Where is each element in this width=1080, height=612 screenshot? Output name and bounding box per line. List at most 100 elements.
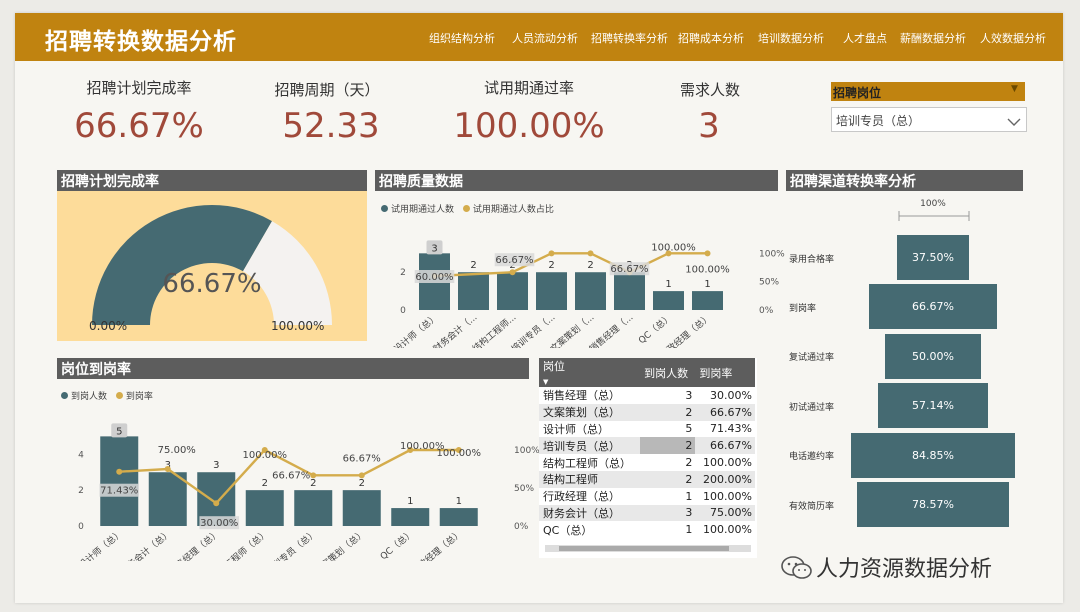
bar — [294, 490, 333, 526]
table-cell-arrival-count: 2 — [640, 437, 696, 455]
table-header-arrival-rate[interactable]: 到岗率 — [695, 358, 755, 387]
nav-recruit-cost[interactable]: 招聘成本分析 — [678, 30, 744, 46]
position-slicer-dropdown[interactable]: 培训专员（总） — [831, 107, 1027, 132]
rate-data-label: 60.00% — [415, 272, 453, 283]
nav-salary-data[interactable]: 薪酬数据分析 — [900, 30, 966, 46]
bar-data-label: 1 — [456, 496, 462, 507]
y-axis-tick: 0 — [78, 522, 84, 532]
table-scrollbar-thumb[interactable] — [559, 546, 729, 551]
x-axis-tick: 培训专员（... — [509, 311, 558, 348]
bar-data-label: 1 — [407, 496, 413, 507]
x-axis-tick: 销售经理（... — [587, 311, 636, 348]
gauge-value-arc — [92, 204, 273, 325]
rate-data-label: 66.67% — [495, 255, 533, 266]
y2-axis-tick: 0% — [759, 306, 774, 316]
rate-data-label: 71.43% — [100, 486, 138, 497]
y2-axis-tick: 50% — [759, 278, 779, 288]
bar — [100, 436, 139, 526]
rate-data-label: 66.67% — [343, 453, 381, 464]
chevron-down-icon[interactable] — [1007, 112, 1021, 131]
bar — [653, 291, 684, 310]
table-cell-arrival-count: 2 — [685, 456, 693, 470]
table-cell-arrival-rate: 100.00% — [703, 489, 752, 503]
funnel-top-label: 100% — [920, 199, 946, 209]
table-row[interactable]: 设计师（总） 5 71.43% — [539, 421, 755, 438]
table-row[interactable]: 结构工程师 2 200.00% — [539, 470, 755, 488]
table-cell-position: QC（总） — [543, 523, 593, 537]
kpi-value-demand-count: 3 — [698, 106, 720, 146]
funnel-stage-label: 有效简历率 — [789, 501, 835, 512]
rate-point — [704, 250, 711, 257]
table-cell-arrival-count: 5 — [685, 422, 693, 436]
legend-swatch-pass-count — [381, 205, 388, 212]
table-cell-position: 行政经理（总） — [543, 490, 620, 504]
nav-staff-turnover[interactable]: 人员流动分析 — [512, 30, 578, 46]
gauge-min-label: 0.00% — [89, 319, 128, 333]
sort-desc-icon[interactable]: ▼ — [543, 378, 548, 386]
bar-data-label: 1 — [665, 279, 671, 290]
rate-point — [213, 500, 220, 507]
rate-data-label: 100.00% — [685, 264, 730, 275]
table-cell-arrival-count: 3 — [685, 388, 693, 402]
rate-point — [310, 472, 317, 479]
table-cell-arrival-rate: 66.67% — [695, 437, 755, 455]
y-axis-tick: 0 — [400, 306, 406, 316]
rate-data-label: 66.67% — [272, 470, 310, 481]
table-cell-position: 财务会计（总） — [539, 504, 641, 522]
table-cell-arrival-rate: 200.00% — [695, 470, 755, 488]
table-cell-arrival-count: 1 — [685, 489, 693, 503]
kpi-value-plan-completion: 66.67% — [74, 106, 204, 146]
app-title: 招聘转换数据分析 — [45, 29, 237, 55]
funnel-bar: 66.67% — [868, 284, 998, 330]
table-cell-position: 培训专员（总） — [539, 437, 641, 455]
table-row[interactable]: 文案策划（总） 2 66.67% — [539, 403, 755, 421]
table-cell-arrival-rate: 100.00% — [703, 456, 752, 470]
table-row[interactable]: QC（总） 1 100.00% — [539, 521, 755, 538]
rate-point — [358, 472, 365, 479]
table-cell-position: 文案策划（总） — [539, 403, 641, 421]
table-row[interactable]: 销售经理（总） 3 30.00% — [539, 387, 755, 404]
nav-training-data[interactable]: 培训数据分析 — [758, 30, 824, 46]
table-row[interactable]: 财务会计（总） 3 75.00% — [539, 504, 755, 522]
wechat-icon — [781, 556, 812, 579]
arrival-chart: 0240%50%100%5设计师（总）3财务会计（总）3销售经理（总）2结构工程… — [76, 423, 540, 561]
bar-data-label: 2 — [359, 478, 365, 489]
rate-data-label: 100.00% — [651, 242, 696, 253]
table-cell-arrival-count: 1 — [685, 523, 693, 537]
x-axis-tick: 设计师（总） — [76, 527, 125, 561]
y2-axis-tick: 100% — [759, 249, 785, 259]
bar — [497, 272, 528, 310]
table-header-position[interactable]: 岗位 ▼ — [539, 358, 641, 387]
table-row[interactable]: 培训专员（总） 2 66.67% — [539, 437, 755, 455]
table-cell-arrival-rate: 66.67% — [695, 403, 755, 421]
bar-data-label: 2 — [587, 260, 593, 271]
table-header-arrival-count[interactable]: 到岗人数 — [640, 358, 696, 387]
watermark-text: 人力资源数据分析 — [816, 557, 993, 582]
nav-efficiency-data[interactable]: 人效数据分析 — [980, 30, 1046, 46]
nav-recruit-conversion[interactable]: 招聘转换率分析 — [591, 30, 668, 46]
legend-swatch-pass-ratio — [462, 205, 470, 212]
bar-data-label: 3 — [213, 460, 219, 471]
funnel-bar: 78.57% — [857, 482, 1009, 527]
x-axis-tick: QC（总） — [378, 527, 417, 561]
nav-org-structure[interactable]: 组织结构分析 — [429, 30, 495, 46]
slicer-collapse-icon[interactable]: ▼ — [1011, 84, 1018, 94]
table-row[interactable]: 行政经理（总） 1 100.00% — [539, 488, 755, 505]
kpi-label-demand-count: 需求人数 — [679, 81, 740, 99]
bar — [148, 472, 187, 526]
legend-swatch-arrival-rate — [115, 392, 123, 399]
funnel-bar: 57.14% — [877, 383, 989, 429]
funnel-bracket-icon — [898, 211, 970, 221]
bar-data-label: 5 — [116, 426, 122, 437]
nav-talent-review[interactable]: 人才盘点 — [843, 30, 887, 46]
gauge-section-title: 招聘计划完成率 — [57, 170, 367, 191]
funnel-stage-label: 电话邀约率 — [789, 452, 835, 463]
funnel-bar: 37.50% — [896, 235, 970, 280]
x-axis-tick: 行政经理（总） — [409, 527, 465, 561]
rate-data-label: 100.00% — [243, 450, 288, 461]
rate-point — [548, 250, 555, 257]
funnel-section-title: 招聘渠道转换率分析 — [786, 170, 1023, 191]
bar-data-label: 2 — [262, 478, 268, 489]
table-row[interactable]: 结构工程师（总） 2 100.00% — [539, 454, 755, 471]
kpi-label-probation-pass: 试用期通过率 — [483, 79, 574, 97]
